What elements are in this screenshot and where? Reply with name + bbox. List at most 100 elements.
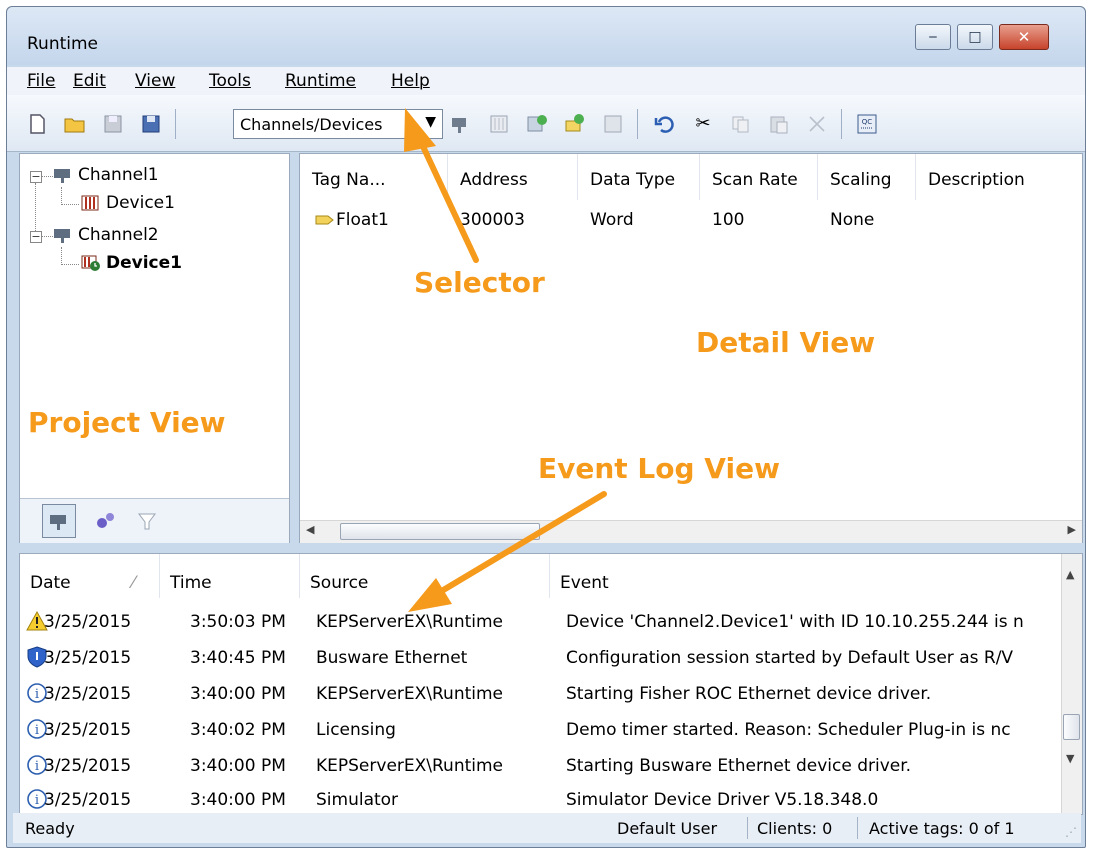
log-time: 3:40:00 PM — [190, 790, 286, 810]
menu-bar: File Edit View Tools Runtime Help — [7, 67, 1085, 95]
menu-edit[interactable]: Edit — [73, 71, 106, 91]
scroll-down-icon[interactable]: ▼ — [1066, 752, 1074, 765]
event-log-pane: Date ⁄ Time Source Event 3/25/2015 3:50:0… — [19, 553, 1083, 815]
svg-text:i: i — [35, 793, 39, 808]
scrollbar-thumb[interactable] — [340, 523, 540, 540]
open-folder-icon[interactable] — [63, 112, 87, 136]
log-time: 3:40:00 PM — [190, 684, 286, 704]
quick-client-icon[interactable]: QC — [855, 112, 879, 136]
undo-icon[interactable] — [653, 112, 677, 136]
svg-text:i: i — [35, 759, 39, 774]
tree-item-device1-selected[interactable]: Device1 — [80, 253, 182, 273]
new-tag-icon[interactable] — [525, 112, 549, 136]
menu-help[interactable]: Help — [391, 71, 430, 91]
column-header-scan-rate[interactable]: Scan Rate — [700, 154, 818, 200]
svg-text:i: i — [35, 687, 39, 702]
log-row[interactable]: 3/25/2015 3:50:03 PM KEPServerEX\Runtime… — [20, 606, 1060, 642]
scroll-left-icon[interactable]: ◀ — [306, 523, 314, 536]
tree-item-channel2[interactable]: Channel2 — [52, 225, 159, 245]
log-event: Simulator Device Driver V5.18.348.0 — [566, 790, 879, 810]
status-clients: Clients: 0 — [757, 819, 833, 838]
tree-item-channel1[interactable]: Channel1 — [52, 165, 159, 185]
tree-item-label: Device1 — [106, 253, 182, 273]
funnel-icon — [138, 513, 156, 530]
log-row[interactable]: i 3/25/2015 3:40:00 PM KEPServerEX\Runti… — [20, 678, 1060, 714]
vertical-scrollbar[interactable]: ▲ ▼ — [1061, 554, 1082, 814]
minimize-button[interactable]: ‒ — [915, 24, 951, 50]
close-button[interactable]: ✕ — [999, 24, 1049, 50]
channel-icon — [54, 169, 70, 183]
cut-icon[interactable]: ✂ — [691, 112, 715, 136]
project-view-tabs — [20, 498, 289, 543]
log-date: 3/25/2015 — [44, 756, 132, 776]
toolbar-separator — [637, 109, 638, 139]
channels-devices-selector[interactable]: Channels/Devices ▼ — [233, 109, 443, 139]
column-header-source[interactable]: Source — [300, 554, 550, 598]
save-icon[interactable] — [101, 112, 125, 136]
save-as-icon[interactable] — [139, 112, 163, 136]
new-channel-icon[interactable] — [449, 112, 473, 136]
scan-rate-cell: 100 — [712, 210, 745, 230]
properties-icon[interactable] — [601, 112, 625, 136]
log-source: KEPServerEX\Runtime — [316, 684, 504, 704]
scrollbar-thumb[interactable] — [1063, 714, 1080, 740]
log-row[interactable]: i 3/25/2015 3:40:00 PM Simulator Simulat… — [20, 784, 1060, 814]
paste-icon[interactable] — [767, 112, 791, 136]
horizontal-scrollbar[interactable]: ◀ ▶ — [300, 520, 1082, 543]
scroll-right-icon[interactable]: ▶ — [1068, 523, 1076, 536]
log-date: 3/25/2015 — [44, 720, 132, 740]
status-active-tags: Active tags: 0 of 1 — [869, 819, 1015, 838]
project-tab-connectivity[interactable] — [42, 504, 76, 538]
new-device-icon[interactable] — [487, 112, 511, 136]
annotation-selector: Selector — [414, 266, 545, 299]
log-row[interactable]: i 3/25/2015 3:40:00 PM KEPServerEX\Runti… — [20, 750, 1060, 786]
collapse-channel2-icon[interactable]: − — [30, 231, 42, 243]
project-tab-aliases[interactable] — [88, 504, 122, 538]
title-bar: Runtime ‒ □ ✕ — [7, 7, 1085, 65]
resize-grip-icon[interactable]: ⋰ — [1065, 825, 1077, 839]
annotation-event-log-view: Event Log View — [538, 452, 780, 485]
column-header-date[interactable]: Date ⁄ — [20, 554, 160, 598]
project-tab-advanced-tags[interactable] — [130, 504, 164, 538]
chevron-down-icon[interactable]: ▼ — [425, 114, 436, 130]
status-separator — [747, 817, 748, 839]
log-time: 3:50:03 PM — [190, 612, 286, 632]
new-tag-group-icon[interactable] — [563, 112, 587, 136]
scroll-up-icon[interactable]: ▲ — [1066, 568, 1074, 581]
log-row[interactable]: 3/25/2015 3:40:45 PM Busware Ethernet Co… — [20, 642, 1060, 678]
status-separator — [857, 817, 858, 839]
column-header-tag-name[interactable]: Tag Na... — [300, 154, 448, 200]
log-time: 3:40:45 PM — [190, 648, 286, 668]
log-date: 3/25/2015 — [44, 612, 132, 632]
maximize-icon: □ — [968, 29, 982, 45]
new-file-icon[interactable] — [25, 112, 49, 136]
toolbar: Channels/Devices ▼ ✂ QC — [7, 95, 1085, 152]
delete-icon[interactable] — [805, 112, 829, 136]
menu-view[interactable]: View — [135, 71, 175, 91]
annotation-detail-view: Detail View — [696, 326, 876, 359]
maximize-button[interactable]: □ — [957, 24, 993, 50]
log-row[interactable]: i 3/25/2015 3:40:02 PM Licensing Demo ti… — [20, 714, 1060, 750]
column-header-event[interactable]: Event — [550, 554, 1062, 598]
tree-item-device1[interactable]: Device1 — [80, 193, 175, 213]
menu-runtime[interactable]: Runtime — [285, 71, 356, 91]
svg-text:i: i — [35, 723, 39, 738]
column-header-scaling[interactable]: Scaling — [818, 154, 916, 200]
column-header-data-type[interactable]: Data Type — [578, 154, 700, 200]
device-clock-icon — [81, 255, 100, 271]
toolbar-separator — [175, 109, 176, 139]
tree-item-label: Device1 — [106, 193, 175, 213]
menu-file[interactable]: File — [27, 71, 55, 91]
log-source: Simulator — [316, 790, 399, 810]
column-header-address[interactable]: Address — [448, 154, 578, 200]
address-cell: 300003 — [460, 210, 525, 230]
log-date: 3/25/2015 — [44, 684, 132, 704]
log-date: 3/25/2015 — [44, 790, 132, 810]
collapse-channel1-icon[interactable]: − — [30, 171, 42, 183]
column-header-time[interactable]: Time — [160, 554, 300, 598]
copy-icon[interactable] — [729, 112, 753, 136]
minimize-icon: ‒ — [928, 29, 938, 45]
column-header-description[interactable]: Description — [916, 154, 1082, 200]
status-ready: Ready — [25, 819, 75, 838]
menu-tools[interactable]: Tools — [209, 71, 251, 91]
